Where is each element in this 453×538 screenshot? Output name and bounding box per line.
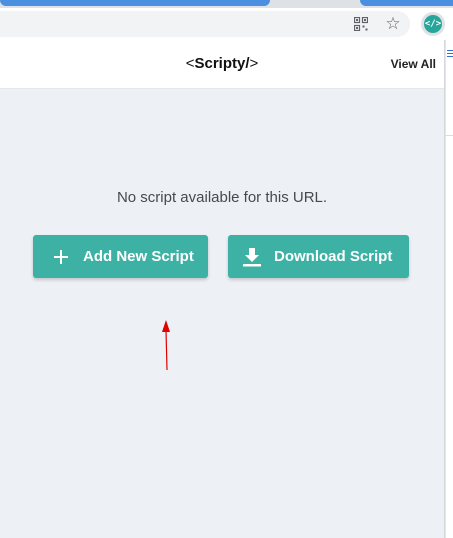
- page-edge-mark: [447, 50, 453, 51]
- page-edge: [445, 40, 453, 538]
- tab-strip: [0, 0, 453, 8]
- download-button-label: Download Script: [274, 248, 393, 265]
- view-all-link[interactable]: View All: [391, 57, 436, 71]
- extension-icon[interactable]: </>: [421, 12, 445, 36]
- star-icon[interactable]: ☆: [384, 15, 402, 33]
- address-bar[interactable]: [0, 11, 410, 37]
- popup-header: <Scripty/> View All: [0, 40, 444, 89]
- empty-message: No script available for this URL.: [116, 189, 328, 206]
- browser-tab[interactable]: [360, 0, 453, 6]
- plus-icon: [51, 247, 71, 267]
- download-icon: [242, 247, 262, 267]
- page-edge-divider: [445, 135, 453, 136]
- browser-tab[interactable]: [0, 0, 270, 6]
- qr-code-icon[interactable]: [352, 15, 370, 33]
- add-new-script-button[interactable]: Add New Script: [33, 235, 208, 278]
- annotation-arrow-icon: [162, 320, 170, 371]
- extension-popup: <Scripty/> View All No script available …: [0, 40, 445, 538]
- extension-badge: </>: [424, 15, 442, 33]
- title-text: Scripty/: [194, 55, 250, 72]
- download-script-button[interactable]: Download Script: [228, 235, 409, 278]
- title-bracket-close: >: [249, 55, 259, 72]
- browser-toolbar: ☆ </>: [0, 8, 453, 40]
- add-button-label: Add New Script: [83, 248, 194, 265]
- popup-title: <Scripty/>: [0, 55, 444, 72]
